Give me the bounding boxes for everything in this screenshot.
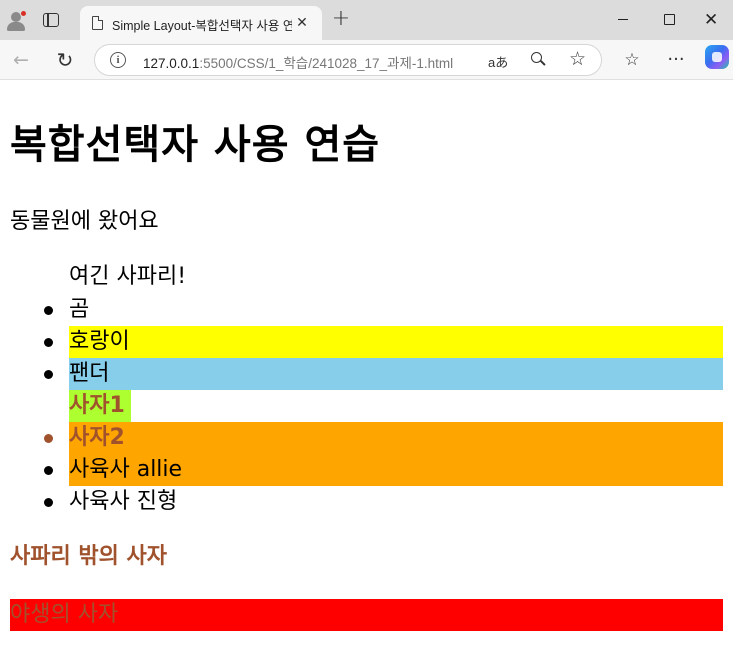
tab-strip: Simple Layout-복합선택자 사용 연습 ✕ + ✕	[0, 0, 733, 40]
zoom-icon[interactable]	[531, 52, 547, 68]
list-item-label: 사육사 진형	[69, 489, 178, 514]
browser-tab[interactable]: Simple Layout-복합선택자 사용 연습 ✕	[80, 6, 322, 40]
bullet-icon	[44, 338, 53, 347]
tab-actions-icon[interactable]	[43, 13, 59, 27]
star-icon[interactable]: ☆	[569, 48, 586, 70]
bullet-icon	[44, 466, 53, 475]
list-item-label: 팬더	[69, 361, 110, 386]
bullet-icon	[44, 434, 53, 443]
bullet-icon	[44, 498, 53, 507]
list-item-keeper-jinhyung: 사육사 진형	[44, 486, 723, 518]
tab-title: Simple Layout-복합선택자 사용 연습	[112, 19, 292, 33]
favorites-icon[interactable]: ☆	[620, 48, 644, 72]
minimize-icon[interactable]	[600, 6, 646, 34]
toolbar: ← ↻ i 127.0.0.1:5500/CSS/1_학습/241028_17_…	[0, 40, 733, 80]
wild-lion-text: 야생의 사자	[10, 599, 723, 631]
list-item-tiger: 호랑이	[44, 326, 723, 358]
page-title: 복합선택자 사용 연습	[10, 122, 381, 168]
plus-icon[interactable]: +	[330, 8, 352, 31]
copilot-icon[interactable]	[705, 45, 729, 69]
list-item-keeper-allie: 사육사 allie	[44, 454, 723, 486]
url-text[interactable]: 127.0.0.1:5500/CSS/1_학습/241028_17_과제-1.h…	[143, 52, 453, 72]
list-item-safari: 여긴 사파리!	[69, 261, 723, 293]
list-item-label: 사자1	[69, 393, 125, 418]
bullet-icon	[44, 370, 53, 379]
page-content: 복합선택자 사용 연습 동물원에 왔어요 여긴 사파리! 곰 호랑이 팬더 사자…	[0, 81, 733, 651]
url-host: 127.0.0.1	[143, 56, 200, 71]
window-close-icon[interactable]: ✕	[692, 6, 733, 34]
read-aloud-icon[interactable]: aあ	[488, 52, 508, 71]
url-path: :5500/CSS/1_학습/241028_17_과제-1.html	[199, 56, 454, 71]
close-icon[interactable]: ✕	[293, 14, 311, 32]
address-bar[interactable]: i 127.0.0.1:5500/CSS/1_학습/241028_17_과제-1…	[94, 44, 602, 76]
list-item-lion1: 사자1	[69, 390, 131, 422]
list-item-label: 곰	[69, 297, 90, 322]
list-item-label: 사육사 allie	[69, 457, 183, 482]
list-item-label: 호랑이	[69, 329, 130, 354]
intro-text: 동물원에 왔어요	[10, 209, 159, 234]
maximize-icon[interactable]	[646, 6, 692, 34]
profile-icon[interactable]	[5, 10, 27, 32]
list-item-panda: 팬더	[44, 358, 723, 390]
info-icon[interactable]: i	[110, 52, 126, 68]
list-item-label: 사자2	[69, 425, 125, 450]
list-item-label: 여긴 사파리!	[69, 264, 187, 289]
more-icon[interactable]: ···	[664, 48, 688, 72]
page-icon	[92, 16, 103, 30]
list-item-bear: 곰	[44, 294, 723, 326]
back-icon[interactable]: ←	[9, 48, 33, 72]
section-heading: 사파리 밖의 사자	[10, 544, 167, 569]
reload-icon[interactable]: ↻	[53, 48, 77, 72]
bullet-icon	[44, 306, 53, 315]
list-item-lion2: 사자2	[44, 422, 723, 454]
